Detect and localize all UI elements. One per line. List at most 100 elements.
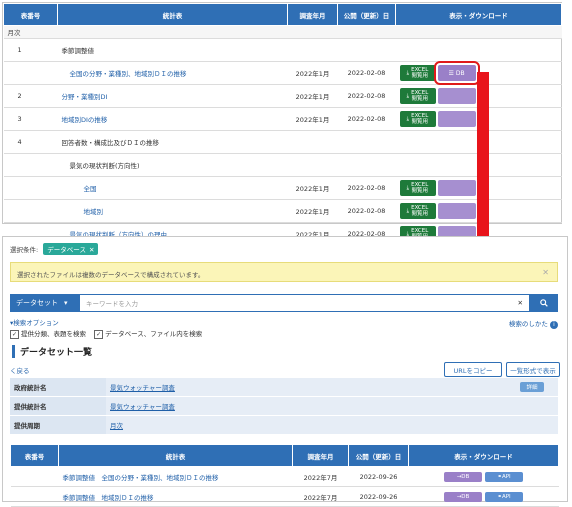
stats-title-link[interactable]: 地域別: [84, 208, 104, 216]
meta-value-link[interactable]: 景気ウォッチャー調査: [110, 403, 175, 411]
meta-label: 提供統計名: [10, 396, 106, 416]
section-row: 月次: [3, 25, 562, 39]
excel-button[interactable]: ⤓EXCEL閲覧用: [399, 65, 436, 81]
table-row: 1 季節調整値: [3, 38, 562, 62]
excel-label-line2: 閲覧用: [411, 211, 428, 217]
stats-title-link[interactable]: 全国の分野・業種別、地域別ＤＩの推移: [70, 70, 187, 78]
excel-label-line2: 閲覧用: [411, 96, 428, 102]
alert-text: 選択されたファイルは複数のデータベースで構成されています。: [17, 271, 205, 279]
stats-title-cell: 分野・業種別DI: [57, 84, 288, 108]
dataset-meta-table: 政府統計名 景気ウォッチャー調査 詳細 提供統計名 景気ウォッチャー調査 提供周期 月次: [10, 378, 558, 435]
api-label: API: [501, 493, 511, 500]
dataset-table: 表番号 統計表 調査年月 公開（更新）日 表示・ダウンロード 季節調整値 全国の分野・業…: [10, 444, 559, 507]
page-title: データセット一覧: [12, 345, 92, 358]
dataset-table-header: 表番号 統計表 調査年月 公開（更新）日 表示・ダウンロード: [10, 444, 559, 467]
table-number: [10, 486, 59, 507]
publish-date: [337, 38, 396, 62]
excel-button[interactable]: ⤓EXCEL閲覧用: [399, 111, 436, 127]
column-header: 統計表: [58, 444, 293, 467]
survey-month: [287, 38, 338, 62]
survey-month: 2022年1月: [287, 61, 338, 85]
download-cell: → DB ⚭ API: [408, 486, 559, 507]
excel-label: EXCEL閲覧用: [411, 90, 428, 102]
api-button[interactable]: ⚭ API: [485, 471, 523, 482]
close-icon[interactable]: ✕: [542, 268, 549, 277]
excel-label-line2: 閲覧用: [411, 119, 428, 125]
stats-title-link[interactable]: 全国: [84, 185, 97, 193]
search-scope-select[interactable]: データセット ▾: [10, 294, 80, 312]
table-number: 1: [3, 38, 58, 62]
table-number: [3, 153, 58, 177]
excel-label: EXCEL閲覧用: [411, 182, 428, 194]
table-row: 季節調整値 全国の分野・業種別、地域別ＤＩの推移 2022年7月 2022-09-2…: [10, 466, 559, 487]
search-placeholder: キーワードを入力: [86, 300, 138, 308]
table-number: [10, 466, 59, 487]
search-options-link[interactable]: ▾検索オプション: [10, 317, 59, 327]
survey-month: 2022年1月: [287, 84, 338, 108]
api-button[interactable]: ⚭ API: [485, 491, 523, 502]
stats-title-cell: 地域別: [57, 199, 288, 223]
search-checkboxes: ✓ 提供分類、表題を検索 ✓ データベース、ファイル内を検索: [10, 328, 202, 339]
excel-label: EXCEL閲覧用: [411, 67, 428, 79]
excel-label: EXCEL閲覧用: [411, 113, 428, 125]
column-header: 表示・ダウンロード: [408, 444, 559, 467]
stats-title: 回答者数・構成比及びＤＩの推移: [61, 139, 160, 147]
table-number: 3: [3, 107, 58, 131]
meta-label: 政府統計名: [10, 378, 106, 397]
survey-month: 2022年7月: [292, 486, 349, 507]
stats-title-cell: 季節調整値 地域別ＤＩの推移: [58, 486, 293, 507]
info-icon: i: [550, 321, 558, 329]
stats-title-cell: 季節調整値: [57, 38, 288, 62]
db-label: DB: [455, 69, 465, 77]
clear-icon[interactable]: ✕: [518, 299, 523, 307]
table-number: [3, 176, 58, 200]
stats-title-link[interactable]: 分野・業種別DI: [62, 93, 108, 101]
meta-value-link[interactable]: 景気ウォッチャー調査: [110, 384, 175, 392]
alert-banner: 選択されたファイルは複数のデータベースで構成されています。 ✕: [10, 262, 558, 282]
checkbox-title-search[interactable]: ✓: [10, 329, 19, 339]
table-number: 4: [3, 130, 58, 154]
copy-url-button[interactable]: URLをコピー: [444, 362, 502, 377]
meta-value-cell: 景気ウォッチャー調査: [106, 378, 506, 397]
download-icon: ⤓: [406, 93, 410, 99]
stats-title-cell: 地域別DIの推移: [57, 107, 288, 131]
filter-chip[interactable]: データベース ✕: [43, 243, 99, 255]
table-number: 2: [3, 84, 58, 108]
search-help-link[interactable]: 検索のしかた i: [509, 318, 558, 329]
excel-button[interactable]: ⤓EXCEL閲覧用: [399, 203, 436, 219]
detail-button[interactable]: 詳細: [520, 382, 544, 392]
table-number: [3, 199, 58, 223]
db-label: DB: [461, 493, 470, 500]
selection-condition-label: 選択条件:: [10, 246, 39, 254]
stats-title-link[interactable]: 地域別DIの推移: [62, 116, 108, 124]
meta-value-link[interactable]: 月次: [110, 422, 123, 430]
search-input[interactable]: キーワードを入力 ✕: [80, 294, 530, 312]
list-view-button[interactable]: 一覧形式で表示: [506, 362, 560, 377]
stats-title-link[interactable]: 季節調整値 地域別ＤＩの推移: [63, 494, 154, 502]
checkbox-content-label: データベース、ファイル内を検索: [105, 330, 203, 338]
excel-button[interactable]: ⤓EXCEL閲覧用: [399, 88, 436, 104]
db-button[interactable]: → DB: [444, 491, 482, 502]
search-bar: データセット ▾ キーワードを入力 ✕: [10, 294, 558, 312]
publish-date: 2022-09-26: [348, 486, 409, 507]
remove-chip-icon[interactable]: ✕: [89, 246, 94, 254]
publish-date: 2022-02-08: [337, 61, 396, 85]
publish-date: 2022-02-08: [337, 199, 396, 223]
db-button[interactable]: → DB: [444, 471, 482, 482]
download-cell: [395, 38, 562, 62]
dataset-meta-body: 政府統計名 景気ウォッチャー調査 詳細 提供統計名 景気ウォッチャー調査 提供周期 月次: [10, 378, 558, 435]
stats-title-cell: 回答者数・構成比及びＤＩの推移: [57, 130, 288, 154]
stats-title-link[interactable]: 季節調整値 全国の分野・業種別、地域別ＤＩの推移: [63, 474, 219, 482]
download-icon: ⤓: [406, 116, 410, 122]
column-header: 調査年月: [292, 444, 349, 467]
chevron-down-icon: ▾: [64, 299, 68, 307]
filter-chip-label: データベース: [47, 246, 86, 254]
checkbox-content-search[interactable]: ✓: [94, 329, 104, 339]
search-button[interactable]: [530, 294, 558, 312]
stats-title: 景気の現状判断(方向性): [69, 162, 140, 170]
back-link[interactable]: く戻る: [10, 365, 30, 375]
column-header: 表番号: [3, 3, 58, 26]
excel-button[interactable]: ⤓EXCEL閲覧用: [399, 180, 436, 196]
api-label: API: [501, 473, 511, 480]
stats-table-header: 表番号 統計表 調査年月 公開（更新）日 表示・ダウンロード: [3, 3, 562, 26]
